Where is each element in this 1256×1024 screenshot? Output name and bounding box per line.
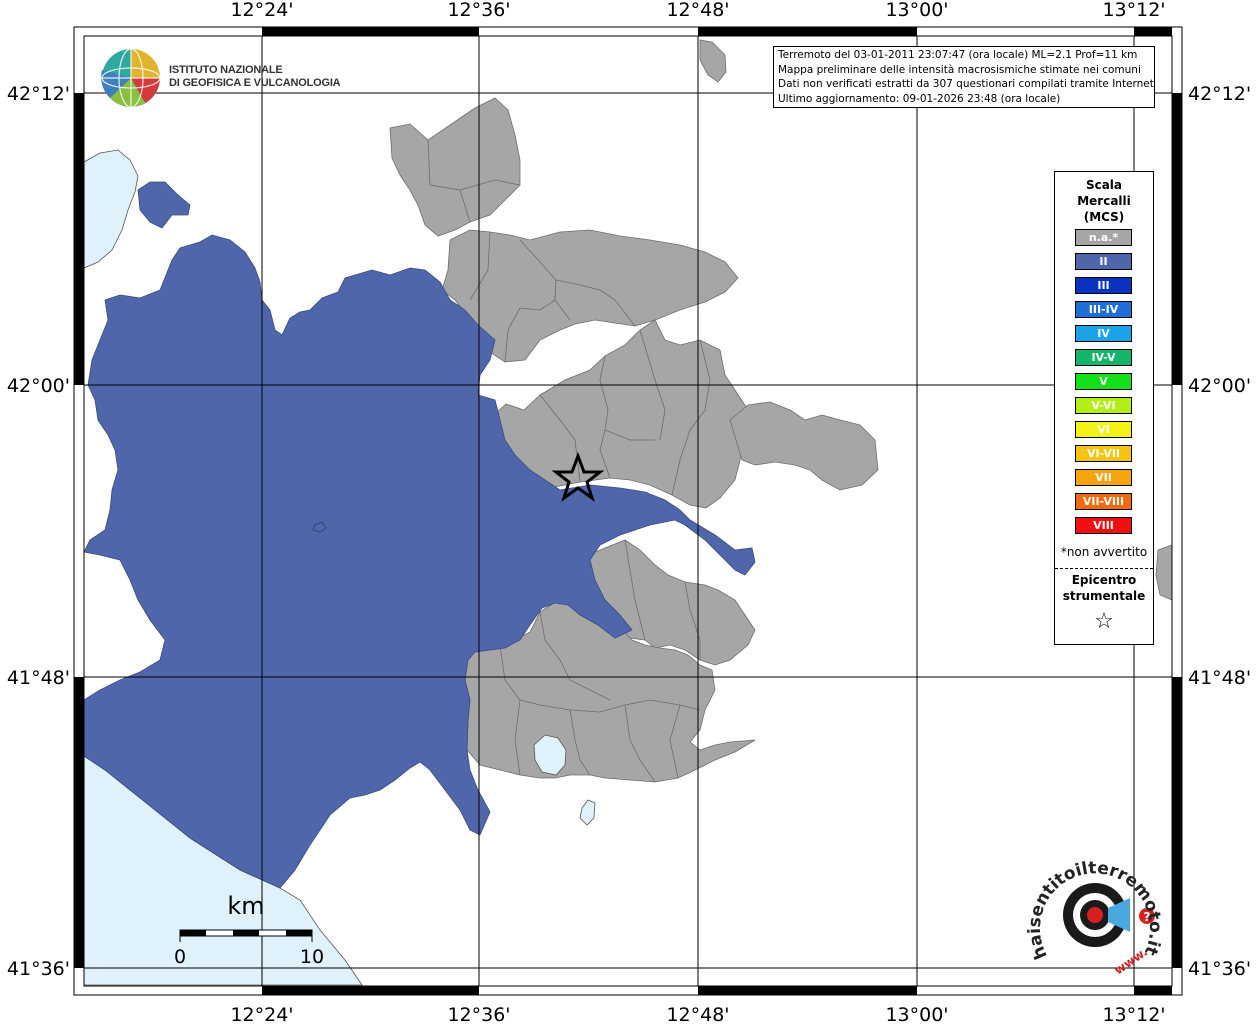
right-tick-label: 41°48' (1188, 667, 1251, 689)
ingv-line1: ISTITUTO NAZIONALE (169, 64, 283, 76)
right-tick-label: 42°12' (1188, 83, 1251, 105)
info-line3: Dati non verificati estratti da 307 ques… (778, 78, 1155, 90)
top-tick-label: 12°36' (447, 0, 510, 21)
bottom-tick-label: 13°12' (1102, 1004, 1165, 1024)
legend-epicentro: Epicentro strumentale (1055, 572, 1153, 604)
bottom-tick-label: 12°24' (230, 1004, 293, 1024)
legend-epicentro-line2: strumentale (1062, 589, 1146, 603)
legend-item: IV (1075, 325, 1132, 342)
top-tick-label: 12°48' (666, 0, 729, 21)
info-line2: Mappa preliminare delle intensità macros… (778, 63, 1141, 76)
legend-note: *non avvertito (1060, 545, 1148, 559)
legend-epicentro-line1: Epicentro (1071, 573, 1137, 587)
legend-item: III-IV (1075, 301, 1132, 318)
legend-title-line1: Scala (1085, 178, 1123, 192)
legend-item: III (1075, 277, 1132, 294)
region-intensity-II-north (137, 181, 191, 229)
right-tick-label: 41°36' (1188, 958, 1251, 980)
scale-end: 10 (300, 946, 324, 968)
mcs-legend: Scala Mercalli (MCS) n.a.* II III III-IV IV I… (1054, 171, 1154, 645)
lake-bracciano (83, 149, 139, 269)
legend-item: VI-VII (1075, 445, 1132, 462)
top-tick-label: 13°00' (885, 0, 948, 21)
info-line1: Terremoto del 03-01-2011 23:07:47 (ora l… (778, 49, 1138, 61)
legend-title: Scala Mercalli (MCS) (1055, 177, 1153, 225)
bottom-tick-label: 12°36' (447, 1004, 510, 1024)
legend-item: II (1075, 253, 1132, 270)
ingv-line2: DI GEOFISICA E VULCANOLOGIA (169, 77, 341, 89)
left-tick-label: 42°00' (7, 375, 70, 397)
scale-unit: km (227, 892, 264, 920)
bottom-tick-label: 13°00' (885, 1004, 948, 1024)
legend-item: VII (1075, 469, 1132, 486)
right-tick-label: 42°00' (1188, 375, 1251, 397)
left-tick-label: 41°48' (7, 667, 70, 689)
scale-start: 0 (174, 946, 186, 968)
legend-item: n.a.* (1075, 229, 1132, 246)
legend-star-icon: ☆ (1094, 609, 1114, 634)
lake-nemi (579, 799, 596, 826)
legend-item: VIII (1075, 517, 1132, 534)
left-tick-label: 41°36' (7, 958, 70, 980)
event-info-box: Terremoto del 03-01-2011 23:07:47 (ora l… (773, 46, 1155, 108)
legend-title-line3: (MCS) (1083, 210, 1125, 224)
haisentito-logo[interactable]: ? haisentitoilterremoto.it www. (1025, 858, 1165, 977)
legend-separator (1055, 568, 1153, 569)
legend-item: VII-VIII (1075, 493, 1132, 510)
top-tick-label: 12°24' (230, 0, 293, 21)
legend-item: V (1075, 373, 1132, 390)
haisentito-www: www. (1112, 945, 1150, 978)
ingv-logo-text: ISTITUTO NAZIONALE DI GEOFISICA E VULCAN… (169, 64, 341, 90)
legend-item: V-VI (1075, 397, 1132, 414)
legend-item: VI (1075, 421, 1132, 438)
legend-title-line2: Mercalli (1077, 194, 1131, 208)
bottom-tick-label: 12°48' (666, 1004, 729, 1024)
top-tick-label: 13°12' (1102, 0, 1165, 21)
legend-item: IV-V (1075, 349, 1132, 366)
info-line4: Ultimo aggiornamento: 09-01-2026 23:48 (… (778, 92, 1061, 105)
ingv-logo-icon (101, 48, 161, 108)
left-tick-label: 42°12' (7, 83, 70, 105)
